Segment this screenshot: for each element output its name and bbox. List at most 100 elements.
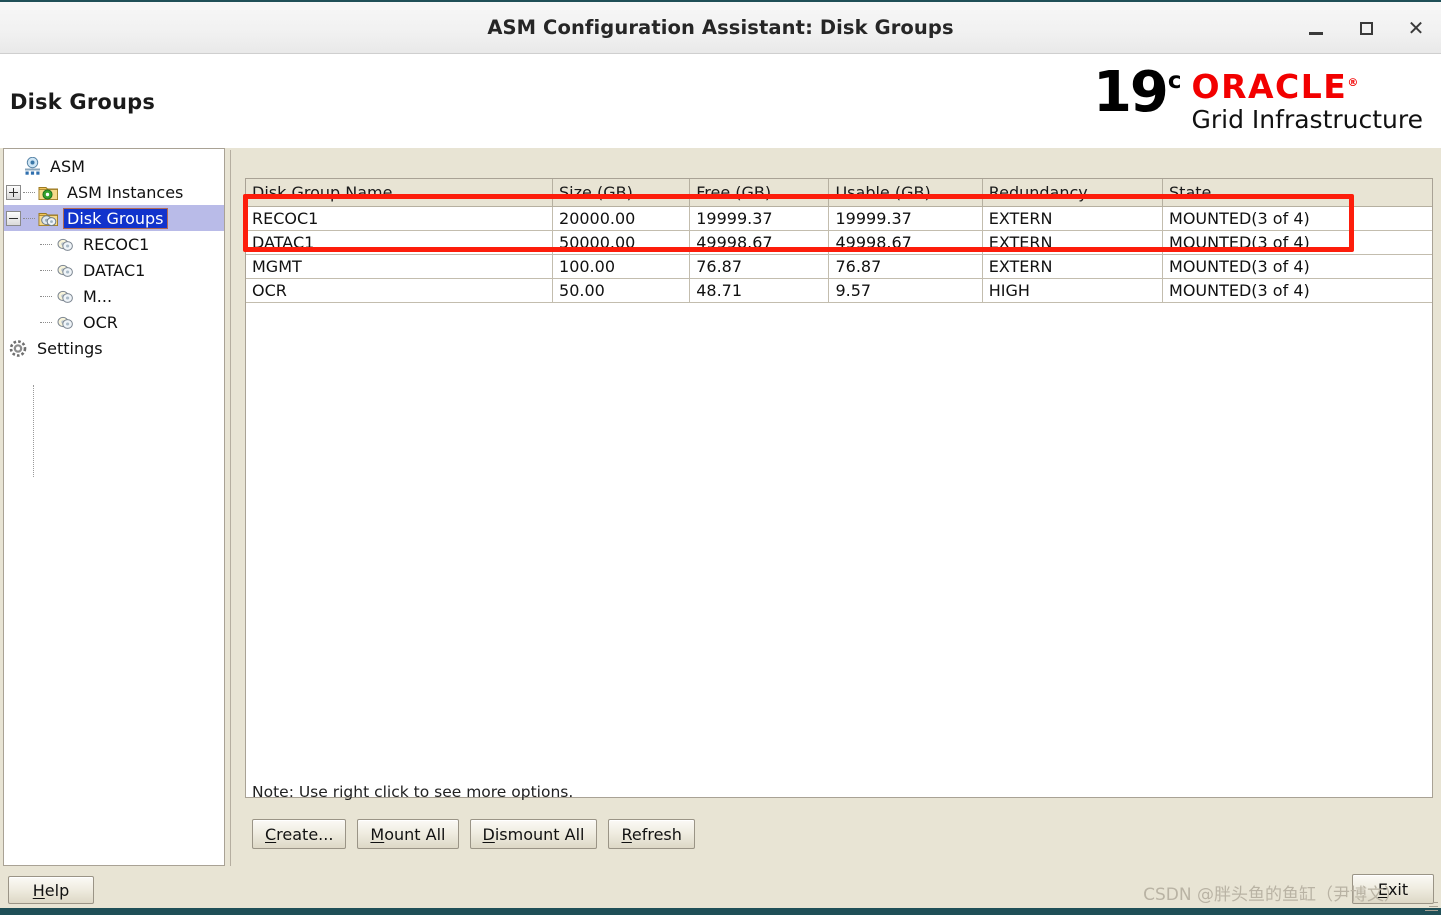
disk-groups-table: Disk Group Name Size (GB) Free (GB) Usab… — [246, 179, 1432, 303]
close-icon: ✕ — [1407, 16, 1425, 40]
sidebar-item-ocr[interactable]: OCR — [4, 309, 224, 335]
registered-mark: ® — [1347, 76, 1360, 89]
tree-connector — [40, 315, 54, 329]
tree-connector — [23, 185, 37, 199]
mount-all-button[interactable]: Mount All — [357, 819, 459, 849]
disk-group-actions: Create... Mount All Dismount All Refresh — [252, 819, 695, 849]
table-header-row: Disk Group Name Size (GB) Free (GB) Usab… — [246, 179, 1432, 207]
resize-grip-icon[interactable] — [1425, 898, 1438, 911]
window-bottom-edge — [0, 908, 1441, 915]
sidebar-item-mgmt[interactable]: M... — [4, 283, 224, 309]
cell-free-gb: 49998.67 — [689, 230, 830, 255]
sidebar-item-label: Disk Groups — [63, 207, 168, 229]
panel-splitter[interactable] — [228, 150, 235, 870]
cell-size-gb: 20000.00 — [552, 206, 691, 231]
dismount-all-button[interactable]: Dismount All — [469, 819, 598, 849]
table-row[interactable]: RECOC1 20000.00 19999.37 19999.37 EXTERN… — [246, 206, 1432, 231]
oracle-grid-infrastructure-logo: 19 c ORACLE® Grid Infrastructure — [1093, 64, 1423, 138]
table-row[interactable]: MGMT 100.00 76.87 76.87 EXTERN MOUNTED(3… — [246, 254, 1432, 279]
gear-icon — [9, 339, 27, 357]
version-19c: 19 c — [1093, 64, 1182, 120]
tree-connector — [40, 263, 54, 277]
sidebar-item-asm-instances[interactable]: ASM Instances — [4, 179, 224, 205]
cell-free-gb: 19999.37 — [689, 206, 830, 231]
close-button[interactable]: ✕ — [1405, 17, 1427, 39]
column-header-state[interactable]: State — [1162, 179, 1432, 207]
expand-asm-instances-icon[interactable] — [6, 184, 21, 200]
cell-state: MOUNTED(3 of 4) — [1162, 278, 1432, 303]
sidebar-item-label: Settings — [37, 338, 103, 358]
cell-redundancy: HIGH — [982, 278, 1164, 303]
sidebar-item-recoc1[interactable]: RECOC1 — [4, 231, 224, 257]
disk-icon — [57, 238, 73, 251]
sidebar-item-label: M... — [83, 286, 113, 306]
minimize-icon — [1309, 31, 1323, 35]
disk-groups-table-container[interactable]: Disk Group Name Size (GB) Free (GB) Usab… — [245, 178, 1433, 798]
collapse-disk-groups-icon[interactable] — [6, 210, 21, 226]
column-header-size-gb[interactable]: Size (GB) — [552, 179, 691, 207]
cell-disk-group-name: MGMT — [246, 254, 554, 279]
create-button[interactable]: Create... — [252, 819, 347, 849]
navigation-tree-panel[interactable]: ASM ASM Instances Disk Groups RECOC1 DAT… — [3, 148, 225, 866]
cell-usable-gb: 49998.67 — [828, 230, 983, 255]
cell-size-gb: 100.00 — [552, 254, 691, 279]
tree-connector — [40, 237, 54, 251]
disk-icon — [57, 264, 73, 277]
cell-redundancy: EXTERN — [982, 230, 1164, 255]
sidebar-item-datac1[interactable]: DATAC1 — [4, 257, 224, 283]
disk-icon — [57, 290, 73, 303]
cell-state: MOUNTED(3 of 4) — [1162, 206, 1432, 231]
oracle-wordmark: ORACLE® — [1192, 70, 1360, 103]
cell-redundancy: EXTERN — [982, 206, 1164, 231]
product-name: Grid Infrastructure — [1191, 105, 1423, 134]
minimize-button[interactable] — [1305, 17, 1327, 39]
sidebar-item-asm[interactable]: ASM — [4, 153, 224, 179]
column-header-disk-group-name[interactable]: Disk Group Name — [246, 179, 554, 207]
column-header-free-gb[interactable]: Free (GB) — [689, 179, 830, 207]
mount-all-button-label: Mount All — [370, 824, 446, 844]
main-content-panel: Disk Group Name Size (GB) Free (GB) Usab… — [240, 148, 1436, 866]
cell-usable-gb: 9.57 — [828, 278, 983, 303]
help-button[interactable]: Help — [8, 876, 94, 904]
window-title: ASM Configuration Assistant: Disk Groups — [487, 16, 954, 39]
cell-disk-group-name: OCR — [246, 278, 554, 303]
cell-state: MOUNTED(3 of 4) — [1162, 230, 1432, 255]
asm-root-icon — [25, 156, 40, 175]
cell-disk-group-name: DATAC1 — [246, 230, 554, 255]
table-note: Note: Use right click to see more option… — [252, 783, 574, 801]
help-button-label: Help — [32, 880, 70, 900]
refresh-button-label: Refresh — [621, 824, 682, 844]
page-title: Disk Groups — [10, 90, 156, 114]
maximize-icon — [1359, 21, 1373, 35]
asm-configuration-assistant-window: ASM Configuration Assistant: Disk Groups… — [0, 0, 1441, 915]
column-header-redundancy[interactable]: Redundancy — [982, 179, 1164, 207]
csdn-watermark: CSDN @胖头鱼的鱼缸（尹博文） — [1143, 885, 1401, 905]
cell-usable-gb: 76.87 — [828, 254, 983, 279]
oracle-wordmark-text: ORACLE — [1191, 67, 1348, 106]
cell-disk-group-name: RECOC1 — [246, 206, 554, 231]
sidebar-item-disk-groups[interactable]: Disk Groups — [4, 205, 224, 231]
sidebar-item-settings[interactable]: Settings — [4, 335, 224, 361]
refresh-button[interactable]: Refresh — [608, 819, 695, 849]
folder-gear-icon — [38, 186, 58, 200]
sidebar-item-label: DATAC1 — [83, 260, 146, 280]
title-bar: ASM Configuration Assistant: Disk Groups… — [0, 2, 1441, 54]
table-row[interactable]: DATAC1 50000.00 49998.67 49998.67 EXTERN… — [246, 230, 1432, 255]
window-controls: ✕ — [1305, 2, 1427, 54]
maximize-button[interactable] — [1355, 17, 1377, 39]
tree-connector — [23, 211, 37, 225]
create-button-label: Create... — [265, 824, 334, 844]
folder-disk-icon — [38, 212, 58, 226]
cell-usable-gb: 19999.37 — [828, 206, 983, 231]
cell-size-gb: 50.00 — [552, 278, 691, 303]
cell-free-gb: 48.71 — [689, 278, 830, 303]
sidebar-item-label: RECOC1 — [83, 234, 150, 254]
table-body: RECOC1 20000.00 19999.37 19999.37 EXTERN… — [246, 206, 1432, 303]
header-band: Disk Groups 19 c ORACLE® Grid Infrastruct… — [0, 54, 1441, 148]
column-header-usable-gb[interactable]: Usable (GB) — [828, 179, 983, 207]
disk-icon — [57, 316, 73, 329]
table-row[interactable]: OCR 50.00 48.71 9.57 HIGH MOUNTED(3 of 4… — [246, 278, 1432, 303]
version-suffix-c: c — [1167, 68, 1182, 94]
cell-state: MOUNTED(3 of 4) — [1162, 254, 1432, 279]
cell-redundancy: EXTERN — [982, 254, 1164, 279]
